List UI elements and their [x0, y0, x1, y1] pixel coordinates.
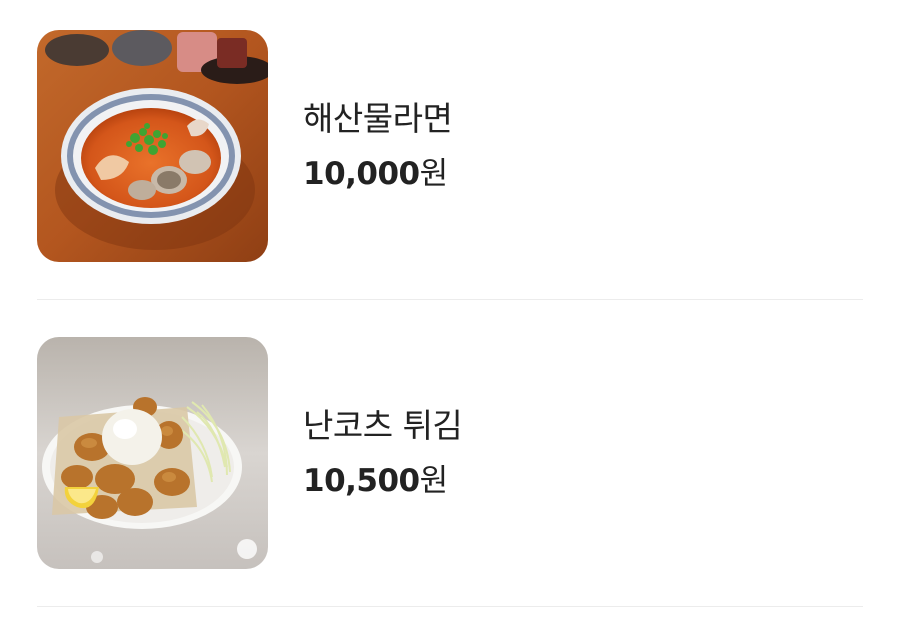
menu-item-seafood-ramen[interactable]: 해산물라면 10,000원 [37, 30, 863, 262]
price-value: 10,500 [303, 463, 420, 499]
menu-item-price: 10,500원 [303, 462, 462, 500]
menu-item-photo[interactable] [37, 337, 268, 569]
menu-item-info: 해산물라면 10,000원 [303, 99, 453, 193]
menu-list: 해산물라면 10,000원 난코츠 튀김 10,500원 [0, 0, 900, 629]
menu-item-nankotsu-fried[interactable]: 난코츠 튀김 10,500원 [37, 337, 863, 569]
menu-item-price: 10,000원 [303, 155, 452, 193]
divider [37, 606, 863, 607]
menu-item-name: 난코츠 튀김 [303, 406, 463, 445]
divider [37, 299, 863, 300]
menu-item-name: 해산물라면 [303, 99, 453, 138]
menu-item-photo[interactable] [37, 30, 268, 262]
price-value: 10,000 [303, 156, 420, 192]
price-currency: 원 [419, 156, 449, 192]
menu-item-info: 난코츠 튀김 10,500원 [303, 406, 463, 500]
seafood-ramen-photo-icon [37, 30, 268, 262]
fried-cartilage-photo-icon [37, 337, 268, 569]
price-currency: 원 [419, 463, 449, 499]
